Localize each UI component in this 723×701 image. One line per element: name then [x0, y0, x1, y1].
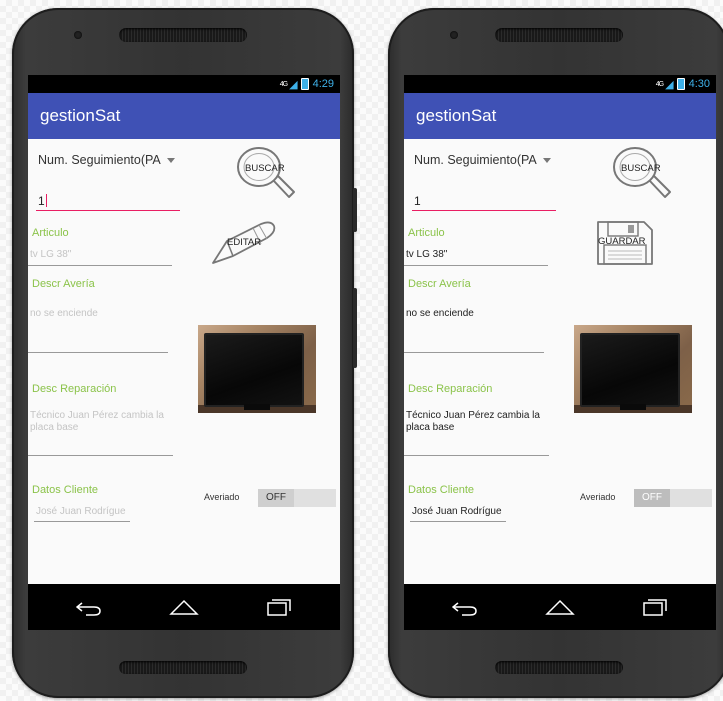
article-label: Articulo: [32, 227, 69, 239]
app-bar-title: gestionSat: [404, 93, 716, 139]
phone-frame-editing-enabled: 4G ◢ 4:30 gestionSat Num. Seguimiento(PA…: [388, 8, 723, 698]
television-image: [204, 333, 304, 407]
screen: 4G ◢ 4:30 gestionSat Num. Seguimiento(PA…: [404, 75, 716, 630]
screen: 4G ◢ 4:29 gestionSat Num. Seguimiento(PA…: [28, 75, 340, 630]
magnifier-icon: [613, 147, 671, 198]
power-button: [353, 288, 357, 368]
recents-icon[interactable]: [642, 598, 668, 616]
bottom-speaker: [495, 661, 623, 674]
search-button-label: BUSCAR: [245, 163, 285, 174]
faulty-toggle[interactable]: OFF: [258, 489, 336, 507]
tracking-number-value: 1: [38, 194, 45, 208]
toggle-state: OFF: [634, 489, 670, 507]
product-photo: [574, 325, 692, 413]
client-label: Datos Cliente: [32, 484, 99, 496]
signal-icon: ◢: [665, 78, 674, 91]
network-type: 4G: [279, 80, 288, 88]
earpiece-speaker: [495, 28, 623, 42]
search-button-label: BUSCAR: [621, 163, 661, 174]
tracking-number-input[interactable]: 1: [36, 192, 180, 211]
status-bar: 4G ◢ 4:30: [404, 75, 716, 93]
battery-icon: [676, 78, 685, 90]
bottom-speaker: [119, 661, 247, 674]
volume-button: [353, 188, 357, 232]
fault-value: no se enciende: [406, 308, 474, 319]
spinner-selected: Num. Seguimiento(PA: [38, 153, 161, 167]
television-image: [580, 333, 680, 407]
faulty-toggle[interactable]: OFF: [634, 489, 712, 507]
fault-label: Descr Avería: [32, 278, 95, 290]
client-input[interactable]: José Juan Rodrígue: [410, 503, 506, 522]
fault-value: no se enciende: [30, 308, 98, 319]
repair-value: Técnico Juan Pérez cambia la placa base: [30, 410, 164, 433]
faulty-toggle-label: Averiado: [204, 492, 240, 502]
save-button[interactable]: GUARDAR: [594, 219, 660, 269]
status-bar: 4G ◢ 4:29: [28, 75, 340, 93]
repair-label: Desc Reparación: [408, 383, 493, 395]
repair-input[interactable]: Técnico Juan Pérez cambia la placa base: [404, 408, 549, 456]
fault-input[interactable]: no se enciende: [404, 304, 544, 353]
signal-icon: ◢: [289, 78, 298, 91]
article-input[interactable]: tv LG 38": [404, 245, 548, 266]
front-camera: [450, 31, 458, 39]
tracking-type-spinner[interactable]: Num. Seguimiento(PA: [38, 153, 175, 167]
toggle-state: OFF: [258, 489, 294, 507]
form-content: Num. Seguimiento(PA 1 Articulo tv LG 38"…: [404, 139, 716, 584]
article-label: Articulo: [408, 227, 445, 239]
app-bar-title: gestionSat: [28, 93, 340, 139]
product-photo: [198, 325, 316, 413]
repair-input[interactable]: Técnico Juan Pérez cambia la placa base: [28, 408, 173, 456]
dropdown-arrow-icon: [542, 158, 551, 164]
fault-label: Descr Avería: [408, 278, 471, 290]
home-icon[interactable]: [545, 598, 575, 616]
spinner-selected: Num. Seguimiento(PA: [414, 153, 537, 167]
phone-frame-editing-disabled: 4G ◢ 4:29 gestionSat Num. Seguimiento(PA…: [12, 8, 357, 698]
fault-input[interactable]: no se enciende: [28, 304, 168, 353]
back-arrow-icon[interactable]: [452, 598, 478, 616]
repair-value: Técnico Juan Pérez cambia la placa base: [406, 410, 540, 433]
client-label: Datos Cliente: [408, 484, 475, 496]
tracking-number-value: 1: [414, 194, 421, 208]
clock: 4:30: [688, 78, 710, 90]
magnifier-icon: [237, 147, 295, 198]
recents-icon[interactable]: [266, 598, 292, 616]
edit-button-label: EDITAR: [227, 237, 262, 248]
front-camera: [74, 31, 82, 39]
dropdown-arrow-icon: [166, 158, 175, 164]
tracking-number-input[interactable]: 1: [412, 192, 556, 211]
navigation-bar: [28, 584, 340, 630]
home-icon[interactable]: [169, 598, 199, 616]
edit-button[interactable]: EDITAR: [205, 217, 295, 277]
search-button[interactable]: BUSCAR: [231, 145, 321, 205]
repair-label: Desc Reparación: [32, 383, 117, 395]
save-button-label: GUARDAR: [598, 236, 646, 247]
network-type: 4G: [655, 80, 664, 88]
navigation-bar: [404, 584, 716, 630]
back-arrow-icon[interactable]: [76, 598, 102, 616]
form-content: Num. Seguimiento(PA 1 Articulo tv LG 38"…: [28, 139, 340, 584]
earpiece-speaker: [119, 28, 247, 42]
article-input[interactable]: tv LG 38": [28, 245, 172, 266]
text-caret: [45, 194, 47, 207]
search-button[interactable]: BUSCAR: [607, 145, 697, 205]
client-input[interactable]: José Juan Rodrígue: [34, 503, 130, 522]
clock: 4:29: [312, 78, 334, 90]
battery-icon: [300, 78, 309, 90]
faulty-toggle-label: Averiado: [580, 492, 616, 502]
tracking-type-spinner[interactable]: Num. Seguimiento(PA: [414, 153, 551, 167]
